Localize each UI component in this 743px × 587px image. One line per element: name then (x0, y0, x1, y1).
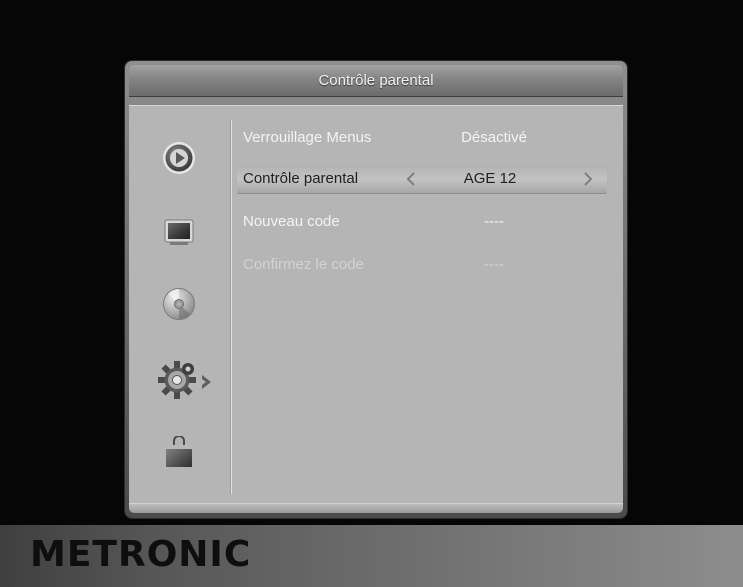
shopping-bag-icon[interactable] (164, 436, 194, 468)
menu-row-label: Confirmez le code (243, 256, 364, 273)
dialog-bottom-strip (129, 504, 623, 513)
menu-row-parental-control[interactable]: Contrôle parental AGE 12 (237, 165, 607, 193)
menu-row-new-code[interactable]: Nouveau code ---- (239, 207, 611, 237)
menu-row-lock-menus[interactable]: Verrouillage Menus Désactivé (239, 123, 611, 153)
brand-logo: METRONIC (30, 534, 252, 575)
menu-row-label: Contrôle parental (243, 170, 359, 187)
dialog-title: Contrôle parental (318, 72, 434, 89)
menu-row-value: ---- (484, 213, 504, 230)
tv-screen-icon[interactable] (164, 218, 194, 246)
sidebar-divider (231, 120, 232, 494)
active-category-arrow-icon (202, 375, 211, 389)
menu-row-value: ---- (484, 256, 504, 273)
dialog-title-bar: Contrôle parental (129, 65, 623, 97)
menu-row-confirm-code: Confirmez le code ---- (239, 250, 611, 280)
menu-row-value: Désactivé (461, 129, 527, 146)
gear-settings-icon[interactable] (157, 360, 197, 400)
menu-row-value: AGE 12 (463, 170, 517, 187)
disc-icon[interactable] (162, 287, 196, 321)
dialog-body: Verrouillage Menus Désactivé Contrôle pa… (129, 105, 623, 504)
play-icon[interactable] (162, 141, 196, 175)
chevron-right-icon[interactable] (582, 171, 594, 187)
menu-row-label: Verrouillage Menus (243, 129, 372, 146)
menu-row-label: Nouveau code (243, 213, 340, 230)
parental-control-dialog: Contrôle parental Verrouillage Menus Dés… (125, 61, 627, 518)
brand-band: METRONIC (0, 525, 743, 587)
chevron-left-icon[interactable] (405, 171, 417, 187)
